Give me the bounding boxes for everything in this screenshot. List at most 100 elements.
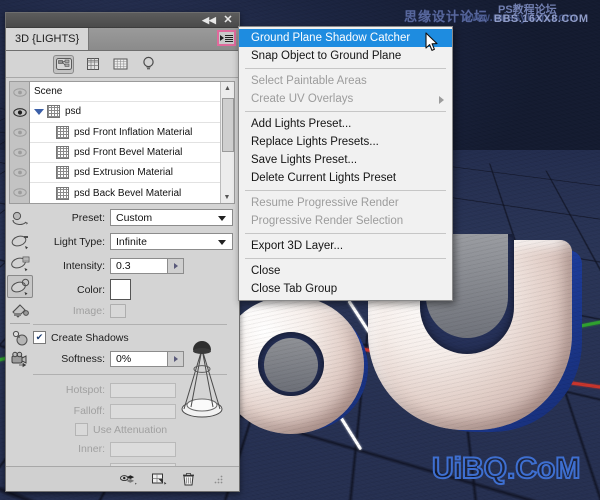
drag-light-tool-icon[interactable]: [8, 231, 32, 252]
eye-icon[interactable]: [10, 122, 29, 142]
tab-3d-lights[interactable]: 3D {LIGHTS}: [6, 28, 90, 50]
menu-item-replace-lights-presets[interactable]: Replace Lights Presets...: [239, 133, 452, 151]
panel-footer-toolbar: [6, 466, 239, 491]
inner-label: Inner:: [78, 443, 105, 455]
menu-separator: [245, 111, 446, 112]
lights-icon[interactable]: [139, 56, 158, 73]
tree-row-label: psd Extrusion Material: [74, 167, 173, 179]
light-type-row: Light Type: Infinite: [33, 231, 233, 252]
menu-item-resume-progressive-render[interactable]: Resume Progressive Render: [239, 194, 452, 212]
softness-label: Softness:: [61, 352, 105, 365]
eye-icon[interactable]: [10, 102, 29, 122]
menu-item-create-uv-overlays[interactable]: Create UV Overlays: [239, 90, 452, 108]
material-thumbnail-icon: [56, 166, 69, 180]
scrollbar[interactable]: ▲ ▼: [220, 82, 234, 203]
scroll-up-icon[interactable]: ▲: [221, 82, 234, 94]
scene-tree-list[interactable]: Scene psd psd Front Inflation Material p…: [29, 81, 235, 204]
panel-tab-row: 3D {LIGHTS}: [6, 28, 239, 51]
slide-light-tool-icon[interactable]: [8, 253, 32, 274]
eye-icon[interactable]: [10, 163, 29, 183]
preset-select[interactable]: Custom: [110, 209, 233, 226]
paint-tool-icon[interactable]: [8, 299, 32, 320]
menu-separator: [245, 233, 446, 234]
scale-light-tool-icon[interactable]: [6, 275, 33, 298]
panel-filter-icons: [6, 51, 239, 78]
delete-light-icon[interactable]: [180, 472, 197, 487]
material-thumbnail-icon: [56, 186, 69, 200]
eye-icon[interactable]: [10, 82, 29, 102]
close-icon[interactable]: ✕: [221, 14, 235, 26]
list-item[interactable]: psd: [30, 102, 234, 123]
chevron-down-icon: [218, 216, 226, 221]
hotspot-label: Hotspot:: [65, 384, 105, 396]
rotate-light-tool-icon[interactable]: [8, 209, 32, 230]
visibility-column: [9, 81, 29, 204]
light-type-select[interactable]: Infinite: [110, 233, 233, 250]
chevron-down-icon[interactable]: [34, 108, 44, 115]
tree-row-label: psd: [65, 106, 82, 118]
create-shadows-checkbox[interactable]: ✔: [33, 331, 46, 344]
light-cone-preview-icon: [181, 341, 223, 418]
scene-tree: Scene psd psd Front Inflation Material p…: [6, 78, 239, 204]
list-item[interactable]: psd Front Inflation Material: [30, 123, 234, 143]
hamburger-icon: [225, 34, 233, 42]
tree-row-label: psd Front Inflation Material: [74, 126, 193, 138]
camera-light-tool-icon[interactable]: [8, 349, 32, 370]
image-label: Image:: [72, 305, 105, 317]
tree-row-label: psd Front Bevel Material: [74, 147, 183, 159]
tree-row-label: Scene: [34, 86, 63, 98]
menu-item-delete-current-lights-preset[interactable]: Delete Current Lights Preset: [239, 169, 452, 187]
menu-item-save-lights-preset[interactable]: Save Lights Preset...: [239, 151, 452, 169]
scrollbar-thumb[interactable]: [222, 98, 234, 152]
chevron-down-icon: [218, 240, 226, 245]
menu-item-select-paintable-areas[interactable]: Select Paintable Areas: [239, 72, 452, 90]
menu-separator: [245, 258, 446, 259]
menu-item-snap-object-to-ground-plane[interactable]: Snap Object to Ground Plane: [239, 47, 452, 65]
hotspot-input: [110, 382, 176, 398]
menu-item-progressive-render-selection[interactable]: Progressive Render Selection: [239, 212, 452, 230]
use-attenuation-label: Use Attenuation: [93, 423, 168, 436]
softness-input[interactable]: 0%: [110, 350, 168, 367]
menu-item-close[interactable]: Close: [239, 262, 452, 280]
intensity-label: Intensity:: [62, 259, 105, 272]
toggle-ground-plane-icon[interactable]: [120, 472, 137, 487]
panel-titlebar[interactable]: ◀◀ ✕: [6, 13, 239, 28]
point-light-tool-icon[interactable]: [8, 327, 32, 348]
preset-value: Custom: [116, 211, 153, 224]
falloff-input: [110, 403, 176, 419]
materials-icon[interactable]: [111, 56, 130, 73]
menu-item-ground-plane-shadow-catcher[interactable]: Ground Plane Shadow Catcher: [239, 29, 452, 47]
color-label: Color:: [76, 283, 105, 296]
menu-item-add-lights-preset[interactable]: Add Lights Preset...: [239, 115, 452, 133]
panel-context-menu[interactable]: Ground Plane Shadow Catcher Snap Object …: [238, 26, 453, 301]
collapse-icon[interactable]: ◀◀: [201, 14, 217, 26]
mesh-thumbnail-icon: [47, 105, 60, 119]
menu-item-export-3d-layer[interactable]: Export 3D Layer...: [239, 237, 452, 255]
light-tools: [6, 207, 33, 482]
list-item[interactable]: psd Back Bevel Material: [30, 183, 234, 203]
list-item[interactable]: psd Extrusion Material: [30, 163, 234, 184]
intensity-row: Intensity: 0.3: [33, 255, 233, 276]
intensity-input[interactable]: 0.3: [110, 257, 168, 274]
list-item[interactable]: Scene: [30, 82, 234, 103]
scroll-down-icon[interactable]: ▼: [221, 191, 233, 203]
resize-grip-icon[interactable]: [210, 472, 227, 487]
intensity-stepper[interactable]: [168, 257, 184, 274]
eye-icon[interactable]: [10, 183, 29, 203]
chevron-down-icon: [220, 35, 224, 41]
eye-icon[interactable]: [10, 143, 29, 163]
scene-icon[interactable]: [53, 54, 74, 74]
color-swatch[interactable]: [110, 279, 131, 300]
light-type-label: Light Type:: [53, 235, 105, 248]
panel-menu-button[interactable]: [217, 30, 236, 46]
image-picker[interactable]: [110, 304, 126, 318]
divider: [33, 324, 227, 325]
inner-row: Inner:: [33, 440, 233, 458]
list-item[interactable]: psd Front Bevel Material: [30, 143, 234, 164]
color-row: Color:: [33, 279, 233, 300]
material-thumbnail-icon: [56, 125, 69, 139]
new-light-icon[interactable]: [150, 472, 167, 487]
mesh-icon[interactable]: [83, 56, 102, 73]
menu-separator: [245, 190, 446, 191]
menu-item-close-tab-group[interactable]: Close Tab Group: [239, 280, 452, 298]
